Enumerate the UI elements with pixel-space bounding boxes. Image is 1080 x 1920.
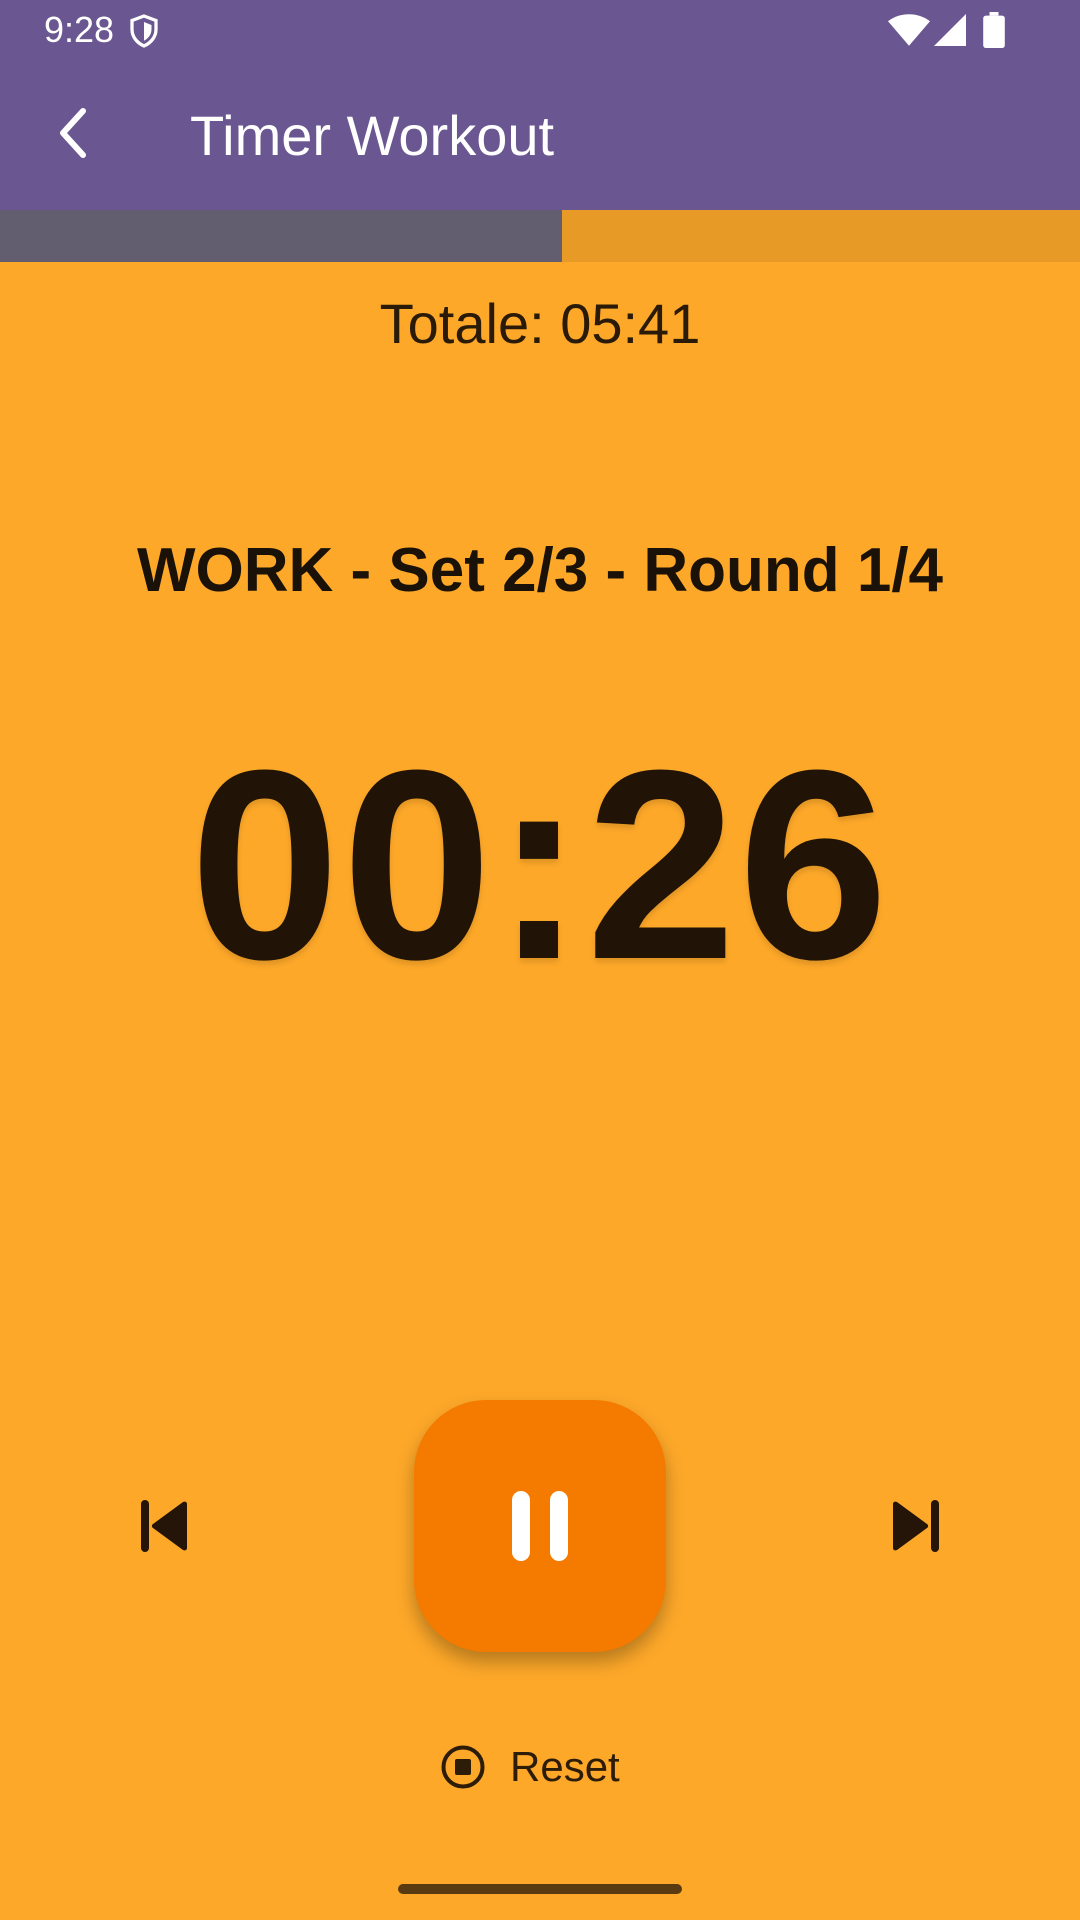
status-time: 9:28 xyxy=(44,9,115,50)
battery-icon xyxy=(983,12,1005,48)
countdown-display: 00:26 xyxy=(189,715,891,1016)
total-time-label: Totale: 05:41 xyxy=(379,292,701,355)
page-title: Timer Workout xyxy=(190,104,555,167)
previous-button[interactable] xyxy=(120,1486,210,1566)
status-bar: 9:28 xyxy=(0,0,1080,60)
reset-label: Reset xyxy=(510,1743,620,1790)
skip-next-icon xyxy=(893,1500,939,1552)
phase-label: WORK - Set 2/3 - Round 1/4 xyxy=(136,536,944,605)
workout-progress-bar xyxy=(0,210,1080,262)
pause-button[interactable] xyxy=(414,1400,666,1652)
shield-icon xyxy=(130,14,158,48)
back-arrow-icon xyxy=(60,108,86,158)
next-button[interactable] xyxy=(870,1486,960,1566)
skip-previous-icon xyxy=(141,1500,187,1552)
home-indicator[interactable] xyxy=(398,1884,682,1894)
stop-circle-icon xyxy=(441,1745,485,1789)
app-bar: Timer Workout xyxy=(0,60,1080,210)
reset-button[interactable]: Reset xyxy=(440,1736,640,1798)
progress-fill xyxy=(0,210,562,262)
pause-icon xyxy=(512,1491,568,1561)
cell-signal-icon xyxy=(934,14,966,46)
back-button[interactable] xyxy=(40,100,106,166)
wifi-icon xyxy=(888,14,930,46)
